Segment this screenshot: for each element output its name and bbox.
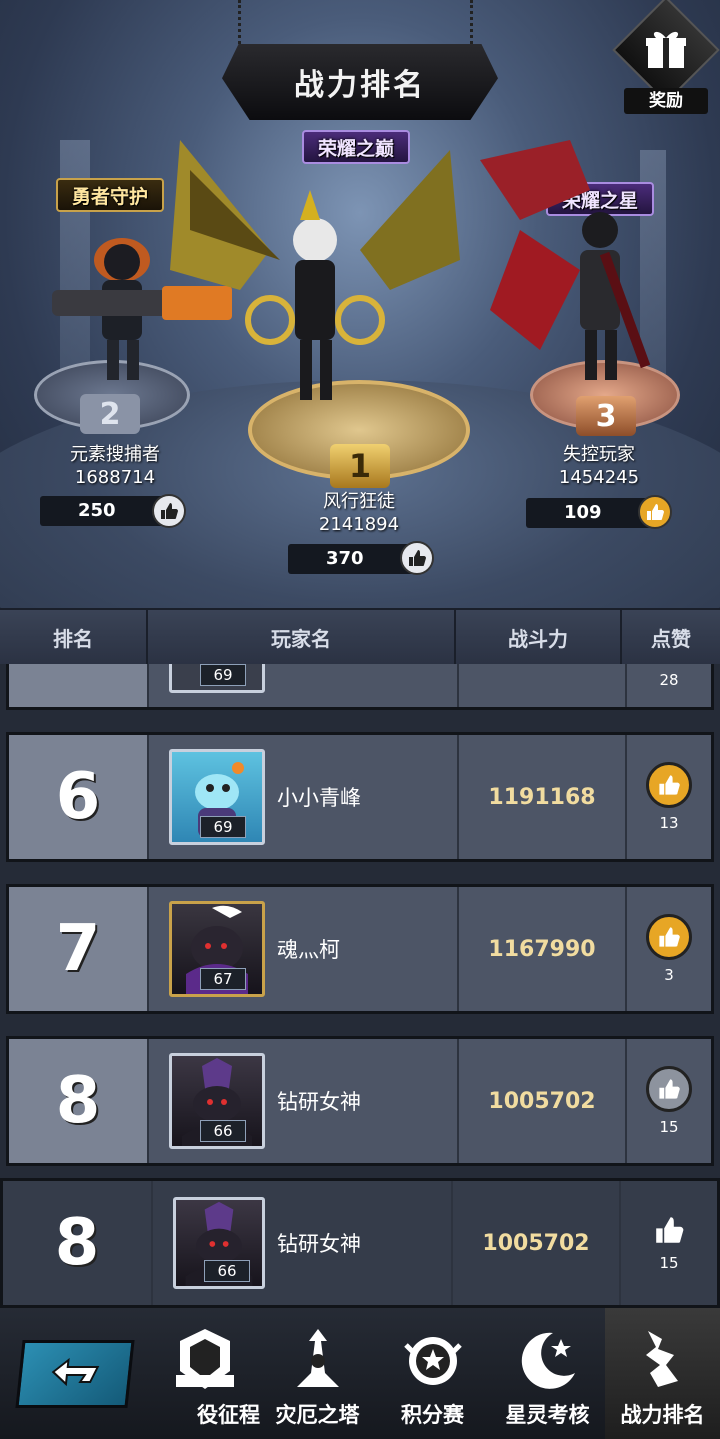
like-button[interactable]: [646, 762, 692, 808]
second-player-power: 1688714: [74, 467, 156, 488]
thumbs-up-icon: [659, 775, 680, 795]
rank-number: 6: [9, 735, 147, 859]
header-player-name: 玩家名: [148, 610, 456, 664]
ranking-list[interactable]: 69 28 6 69 小小青峰 1191168 13 7 67 魂灬柯 1167…: [0, 664, 720, 1308]
thumbs-up-icon: [409, 550, 426, 566]
player-name[interactable]: 钻研女神: [277, 1228, 361, 1258]
level-badge: 69: [200, 816, 246, 838]
second-like-count-box: 250: [40, 496, 170, 526]
first-player-power: 2141894: [318, 514, 400, 535]
nav-points-match[interactable]: 积分赛: [375, 1308, 490, 1439]
avatar[interactable]: 66: [169, 1053, 265, 1149]
first-rank-badge: 1: [330, 444, 390, 488]
like-count: 3: [664, 966, 674, 984]
rank-number: 7: [9, 887, 147, 1011]
header-rank: 排名: [0, 610, 148, 664]
level-badge: 67: [200, 968, 246, 990]
like-button[interactable]: [646, 1066, 692, 1112]
star-medal-icon: [403, 1337, 462, 1385]
thumbs-up-icon: [659, 927, 680, 947]
player-name[interactable]: 魂灬柯: [277, 934, 340, 964]
thumbs-up-icon: [656, 1217, 684, 1243]
back-arrow-icon: [51, 1357, 100, 1386]
nav-star-spirit-exam-label: 星灵考核: [505, 1403, 590, 1427]
rank-number: 8: [54, 1206, 100, 1280]
like-count: 15: [659, 1118, 679, 1136]
nav-disaster-tower-label: 灾厄之塔: [275, 1403, 360, 1427]
nav-power-ranking-label: 战力排名: [620, 1403, 705, 1427]
first-like-count: 370: [326, 548, 364, 569]
table-row[interactable]: 7 67 魂灬柯 1167990 3: [6, 884, 714, 1014]
level-badge: 66: [204, 1260, 250, 1282]
second-rank-badge: 2: [80, 394, 140, 434]
my-rank-row[interactable]: 8 66 钻研女神 1005702 15: [0, 1178, 720, 1308]
level-badge: 66: [200, 1120, 246, 1142]
reward-button[interactable]: 奖励: [612, 0, 720, 114]
back-button[interactable]: [0, 1308, 150, 1439]
third-like-count: 109: [564, 502, 602, 523]
like-count: 15: [659, 1254, 679, 1272]
like-button[interactable]: [646, 914, 692, 960]
bottom-nav: 役征程 灾厄之塔 积分赛 星灵考核 战力排名: [0, 1308, 720, 1439]
nav-points-match-label: 积分赛: [401, 1403, 464, 1427]
like-count: 28: [659, 671, 679, 689]
first-place-character[interactable]: [150, 90, 480, 420]
rank-number: 8: [9, 1039, 147, 1163]
combat-power: 1167990: [457, 887, 625, 1011]
third-like-button[interactable]: [638, 495, 672, 529]
nav-star-spirit-exam[interactable]: 星灵考核: [490, 1308, 605, 1439]
nav-disaster-tower[interactable]: 灾厄之塔: [260, 1308, 375, 1439]
player-name[interactable]: 钻研女神: [277, 1086, 361, 1116]
combat-power: 1005702: [451, 1181, 619, 1305]
ranking-crest-icon: [645, 1331, 678, 1387]
avatar[interactable]: 66: [173, 1197, 265, 1289]
table-row[interactable]: 8 66 钻研女神 1005702 15: [6, 1036, 714, 1166]
thumbs-up-icon: [647, 504, 664, 520]
like-count: 13: [659, 814, 679, 832]
third-player-power: 1454245: [558, 467, 640, 488]
tower-icon: [296, 1329, 339, 1387]
table-row[interactable]: 6 69 小小青峰 1191168 13: [6, 732, 714, 862]
second-like-count: 250: [78, 500, 116, 521]
second-player-name[interactable]: 元素搜捕者: [40, 440, 190, 466]
header-combat-power: 战斗力: [456, 610, 622, 664]
nav-campaign[interactable]: 役征程: [150, 1308, 260, 1439]
gift-icon: [646, 31, 686, 68]
thumbs-up-icon: [161, 503, 178, 519]
podium-area: 战力排名 奖励 荣耀之巅 勇者守护 荣耀之星 2 元素搜捕者 1688714 2…: [0, 0, 720, 608]
second-like-button[interactable]: [152, 494, 186, 528]
player-name[interactable]: 小小青峰: [277, 782, 361, 812]
third-place-character[interactable]: [460, 110, 720, 390]
moon-star-icon: [521, 1332, 575, 1389]
thumbs-up-icon: [659, 1079, 680, 1099]
third-like-count-box: 109: [526, 498, 656, 528]
first-like-button[interactable]: [400, 541, 434, 575]
nav-campaign-label: 役征程: [197, 1403, 260, 1427]
third-player-name[interactable]: 失控玩家: [524, 440, 674, 466]
avatar[interactable]: 69: [169, 664, 265, 693]
campaign-shield-icon: [176, 1329, 234, 1389]
nav-power-ranking[interactable]: 战力排名: [605, 1308, 720, 1439]
third-rank-badge: 3: [576, 396, 636, 436]
header-likes: 点赞: [651, 626, 691, 651]
first-player-name[interactable]: 风行狂徒: [284, 487, 434, 513]
table-row[interactable]: 69 28: [6, 664, 714, 710]
combat-power: 1191168: [457, 735, 625, 859]
avatar[interactable]: 67: [169, 901, 265, 997]
combat-power: 1005702: [457, 1039, 625, 1163]
ranking-table-header: 排名 玩家名 战斗力 点赞: [0, 608, 720, 664]
level-badge: 69: [200, 664, 246, 686]
first-like-count-box: 370: [288, 544, 418, 574]
avatar[interactable]: 69: [169, 749, 265, 845]
